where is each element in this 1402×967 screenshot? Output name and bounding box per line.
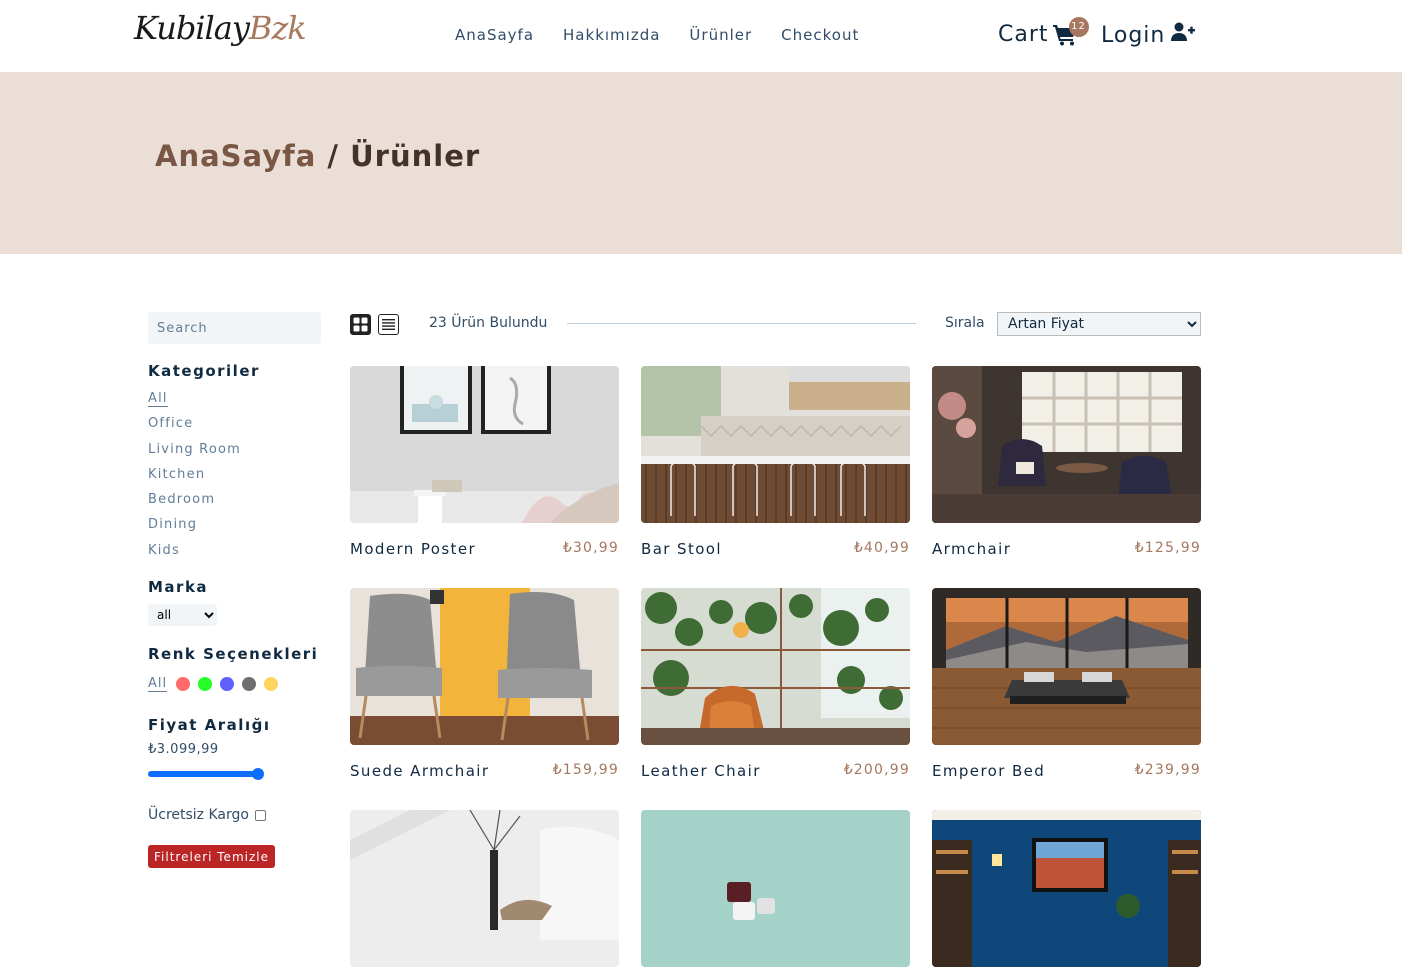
- category-kitchen[interactable]: Kitchen: [148, 466, 241, 491]
- categories-heading: Kategoriler: [148, 362, 260, 380]
- category-bedroom[interactable]: Bedroom: [148, 491, 241, 516]
- grid-view-button[interactable]: [350, 314, 371, 335]
- category-office[interactable]: Office: [148, 415, 241, 440]
- cart-count-badge: 12: [1068, 16, 1089, 37]
- sort-label: Sırala: [945, 315, 985, 331]
- product-name: Leather Chair: [641, 762, 761, 780]
- category-all[interactable]: All: [148, 390, 241, 415]
- clear-filters-button[interactable]: Filtreleri Temizle: [148, 845, 275, 868]
- main-nav: AnaSayfa Hakkımızda Ürünler Checkout: [455, 25, 859, 45]
- product-image-emperor-bed[interactable]: [932, 588, 1201, 745]
- product-card[interactable]: Bar Stool ₺40,99: [641, 366, 910, 558]
- product-card[interactable]: Modern Poster ₺30,99: [350, 366, 619, 558]
- cart-icon: 12: [1052, 16, 1089, 46]
- color-swatch-yellow[interactable]: [264, 677, 279, 691]
- price-range-thumb[interactable]: [252, 768, 264, 780]
- list-icon: [382, 319, 395, 330]
- breadcrumb-home-link[interactable]: AnaSayfa: [155, 139, 316, 173]
- price-range-slider[interactable]: [148, 768, 264, 780]
- product-image-bar-stool[interactable]: [641, 366, 910, 523]
- login-label: Login: [1101, 22, 1166, 48]
- product-card[interactable]: Leather Chair ₺200,99: [641, 588, 910, 780]
- category-living-room[interactable]: Living Room: [148, 441, 241, 466]
- search-input[interactable]: [148, 312, 321, 344]
- product-name: Armchair: [932, 540, 1012, 558]
- product-price: ₺239,99: [1134, 762, 1201, 778]
- product-footer: Bar Stool ₺40,99: [641, 540, 910, 558]
- product-image[interactable]: [932, 810, 1201, 967]
- price-heading: Fiyat Aralığı: [148, 716, 271, 734]
- product-card[interactable]: Armchair ₺125,99: [932, 366, 1201, 558]
- sort-select[interactable]: Artan Fiyat: [997, 312, 1201, 336]
- product-price: ₺125,99: [1134, 540, 1201, 556]
- product-card[interactable]: Emperor Bed ₺239,99: [932, 588, 1201, 780]
- product-image[interactable]: [350, 810, 619, 967]
- nav-link-about[interactable]: Hakkımızda: [563, 25, 660, 45]
- product-footer: Armchair ₺125,99: [932, 540, 1201, 558]
- product-price: ₺159,99: [552, 762, 619, 778]
- login-button[interactable]: Login: [1101, 22, 1196, 48]
- color-swatch-green[interactable]: [198, 677, 213, 691]
- product-name: Emperor Bed: [932, 762, 1046, 780]
- breadcrumb-separator: /: [316, 139, 351, 173]
- color-options: All: [148, 676, 279, 692]
- color-swatch-blue[interactable]: [220, 677, 235, 691]
- price-range-track: [148, 771, 258, 777]
- product-footer: Modern Poster ₺30,99: [350, 540, 619, 558]
- products-found-count: 23 Ürün Bulundu: [429, 315, 548, 331]
- product-image-leather-chair[interactable]: [641, 588, 910, 745]
- product-image-armchair[interactable]: [932, 366, 1201, 523]
- category-dining[interactable]: Dining: [148, 516, 241, 541]
- price-value: ₺3.099,99: [148, 742, 219, 757]
- product-image-suede-armchair[interactable]: [350, 588, 619, 745]
- breadcrumb: AnaSayfa / Ürünler: [155, 139, 480, 173]
- product-image[interactable]: [641, 810, 910, 967]
- product-image-modern-poster[interactable]: [350, 366, 619, 523]
- free-shipping-label: Ücretsiz Kargo: [148, 807, 249, 823]
- nav-link-checkout[interactable]: Checkout: [781, 25, 859, 45]
- toolbar-divider: [567, 323, 916, 324]
- product-price: ₺200,99: [843, 762, 910, 778]
- product-card[interactable]: Suede Armchair ₺159,99: [350, 588, 619, 780]
- product-card[interactable]: [641, 810, 910, 967]
- color-swatch-red[interactable]: [176, 677, 191, 691]
- brand-heading: Marka: [148, 578, 209, 596]
- color-swatch-gray[interactable]: [242, 677, 257, 691]
- nav-link-products[interactable]: Ürünler: [689, 25, 752, 45]
- breadcrumb-current: Ürünler: [350, 139, 481, 173]
- product-footer: Leather Chair ₺200,99: [641, 762, 910, 780]
- product-card[interactable]: [350, 810, 619, 967]
- free-shipping-option[interactable]: Ücretsiz Kargo: [148, 807, 266, 823]
- product-card[interactable]: [932, 810, 1201, 967]
- product-name: Bar Stool: [641, 540, 722, 558]
- free-shipping-checkbox[interactable]: [254, 809, 266, 821]
- category-kids[interactable]: Kids: [148, 542, 241, 567]
- page-hero: AnaSayfa / Ürünler: [0, 72, 1402, 254]
- colors-heading: Renk Seçenekleri: [148, 645, 319, 663]
- logo[interactable]: KubilayBzk: [134, 6, 307, 50]
- product-footer: Emperor Bed ₺239,99: [932, 762, 1201, 780]
- user-plus-icon: [1171, 22, 1196, 48]
- product-footer: Suede Armchair ₺159,99: [350, 762, 619, 780]
- nav-link-home[interactable]: AnaSayfa: [455, 25, 534, 45]
- product-name: Modern Poster: [350, 540, 477, 558]
- category-list: All Office Living Room Kitchen Bedroom D…: [148, 390, 241, 567]
- product-price: ₺40,99: [853, 540, 910, 556]
- grid-icon: [353, 317, 368, 332]
- brand-select[interactable]: all: [148, 604, 217, 626]
- cart-label: Cart: [998, 22, 1049, 47]
- cart-button[interactable]: Cart 12: [998, 16, 1089, 47]
- navbar: KubilayBzk AnaSayfa Hakkımızda Ürünler C…: [0, 0, 1402, 72]
- color-all[interactable]: All: [148, 676, 168, 692]
- product-price: ₺30,99: [562, 540, 619, 556]
- product-name: Suede Armchair: [350, 762, 490, 780]
- list-view-button[interactable]: [378, 314, 399, 335]
